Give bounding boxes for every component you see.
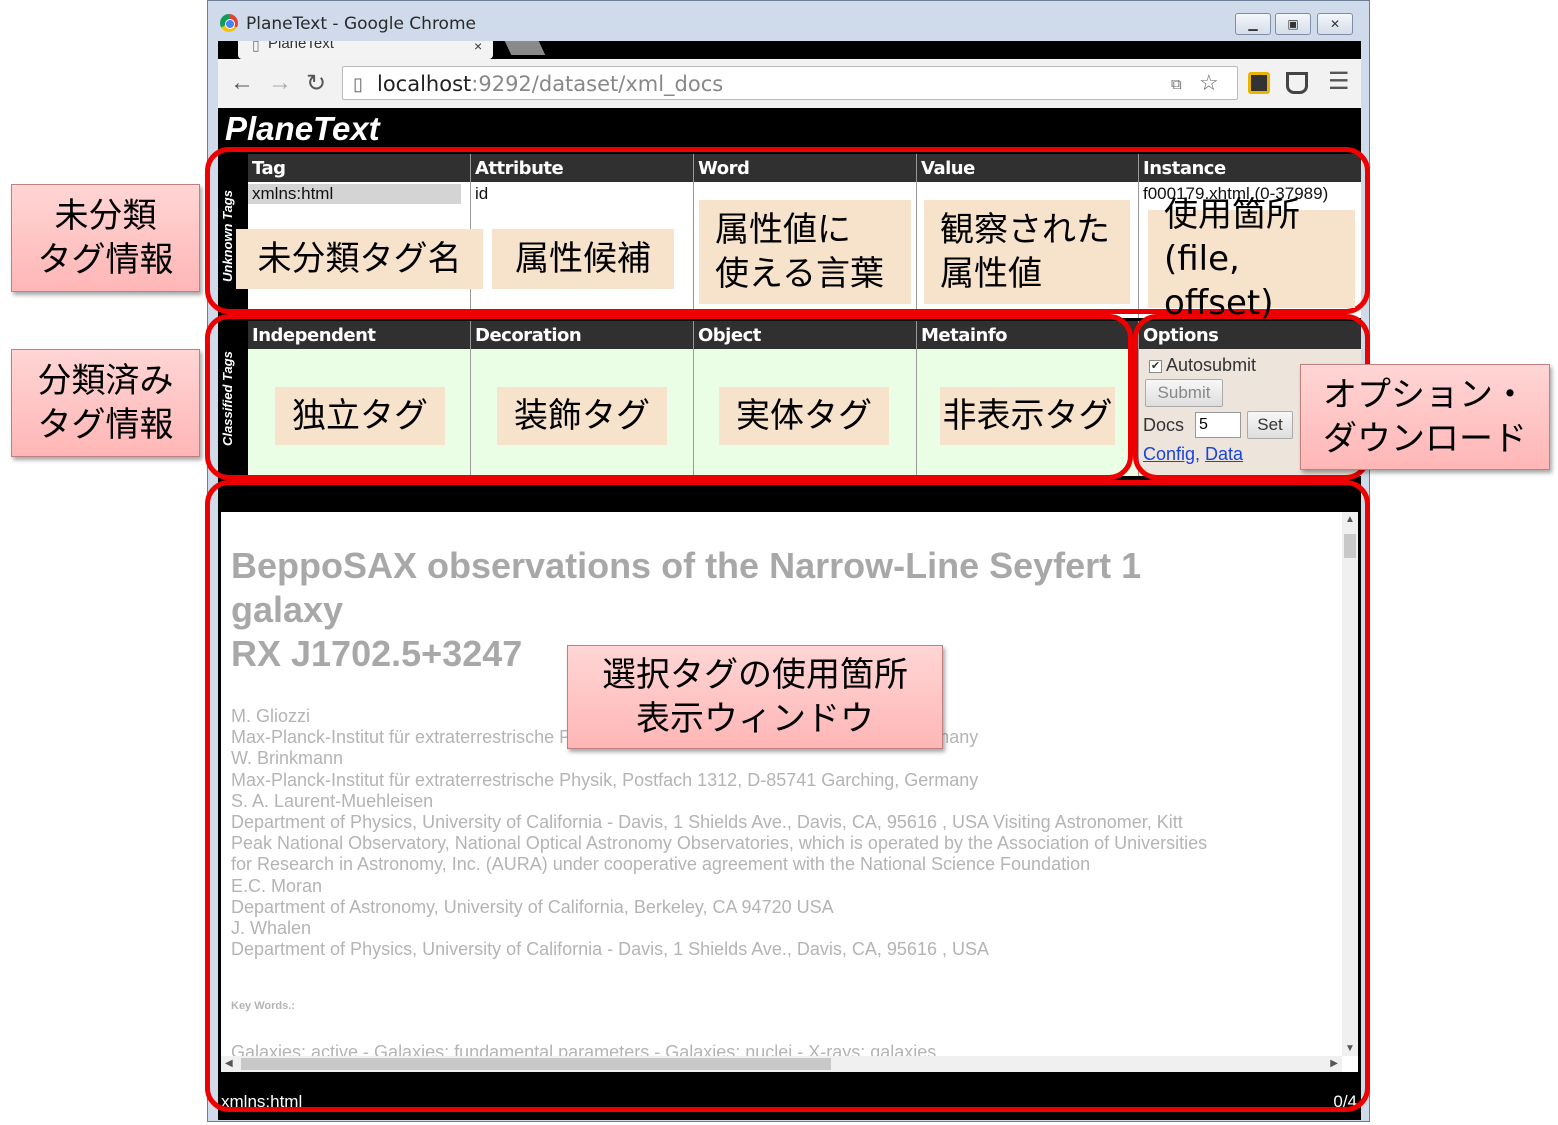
tab-strip: ▯ PlaneText × <box>218 41 1361 59</box>
minimize-button[interactable]: ▁ <box>1235 13 1271 35</box>
object-tag-note: 実体タグ <box>719 387 889 445</box>
usage-location-note: 使用箇所 (file, offset) <box>1148 195 1355 323</box>
page-icon: ▯ <box>353 74 363 94</box>
back-icon[interactable]: ← <box>230 69 254 97</box>
url-text: localhost:9292/dataset/xml_docs <box>377 72 724 96</box>
maximize-button[interactable]: ▣ <box>1275 13 1311 35</box>
page-icon: ▯ <box>252 41 260 53</box>
window-title: PlaneText - Google Chrome <box>246 14 476 34</box>
unknown-tags-callout: 未分類 タグ情報 <box>11 184 200 292</box>
tab-planetext[interactable]: ▯ PlaneText × <box>238 41 493 59</box>
hidden-tag-note: 非表示タグ <box>940 387 1115 445</box>
extension-check-icon[interactable] <box>1248 72 1270 94</box>
forward-icon[interactable]: → <box>268 69 292 97</box>
independent-tag-note: 独立タグ <box>275 387 445 445</box>
decoration-tag-note: 装飾タグ <box>497 387 667 445</box>
classified-tags-callout: 分類済み タグ情報 <box>11 349 200 457</box>
title-bar: PlaneText - Google Chrome ▁ ▣ ✕ <box>208 1 1369 41</box>
options-download-callout: オプション・ ダウンロード <box>1300 364 1550 470</box>
observed-values-note: 観察された 属性値 <box>924 200 1130 304</box>
tab-close-icon[interactable]: × <box>474 41 482 54</box>
document-window-callout: 選択タグの使用箇所 表示ウィンドウ <box>567 645 943 749</box>
close-button[interactable]: ✕ <box>1317 13 1353 35</box>
menu-icon[interactable]: ☰ <box>1328 67 1350 96</box>
address-bar[interactable]: ▯ localhost:9292/dataset/xml_docs ⧉ ☆ <box>342 66 1238 100</box>
browser-toolbar: ← → ↻ ▯ localhost:9292/dataset/xml_docs … <box>218 59 1361 108</box>
bookmark-star-icon[interactable]: ☆ <box>1199 70 1219 96</box>
unknown-tag-name-note: 未分類タグ名 <box>236 229 483 289</box>
extension-cup-icon[interactable] <box>1286 72 1308 94</box>
tab-label: PlaneText <box>268 41 334 52</box>
chrome-logo-icon <box>220 14 238 32</box>
new-tab-button[interactable] <box>504 41 546 55</box>
words-for-values-note: 属性値に 使える言葉 <box>699 200 911 304</box>
attribute-candidates-note: 属性候補 <box>492 229 674 289</box>
translate-icon[interactable]: ⧉ <box>1171 76 1182 93</box>
document-view-frame <box>205 480 1370 1112</box>
reload-icon[interactable]: ↻ <box>306 69 326 98</box>
planetext-logo: PlaneText <box>225 110 380 147</box>
